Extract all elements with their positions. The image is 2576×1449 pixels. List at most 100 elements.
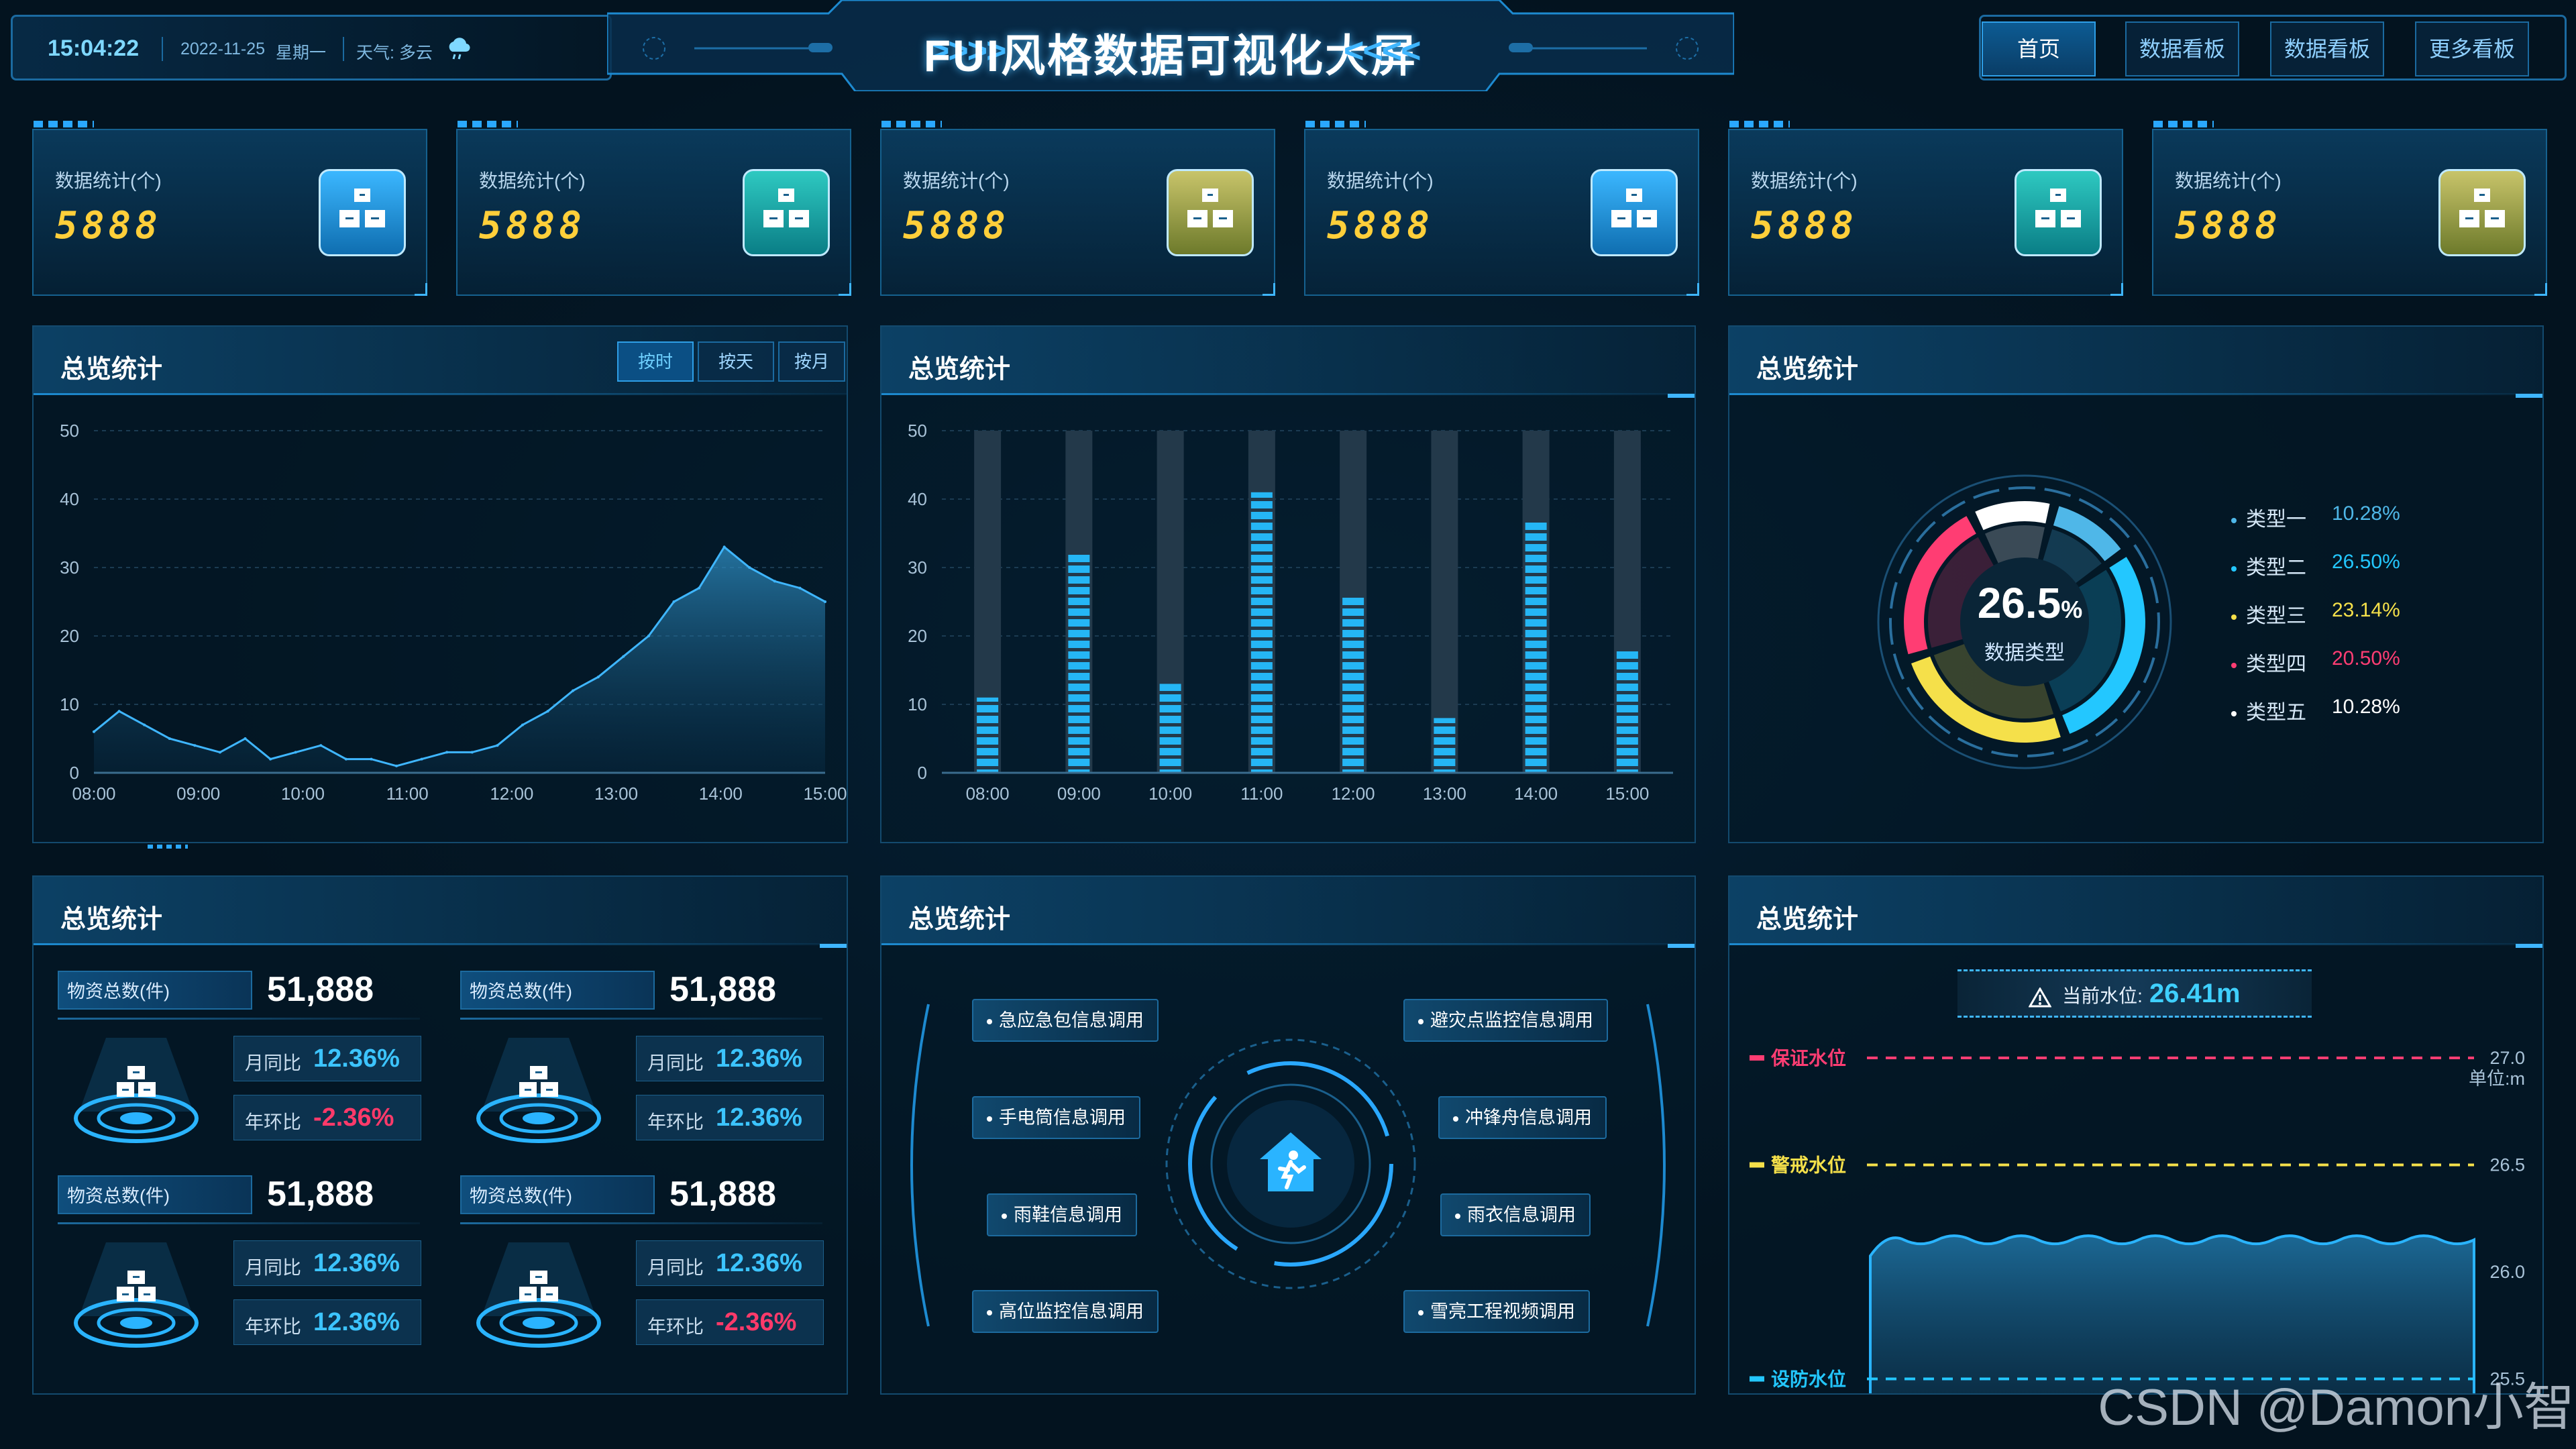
- boxes-icon: [743, 169, 830, 256]
- panel-header-tick: [2516, 394, 2542, 398]
- panel-header-line: [34, 943, 847, 945]
- y-tick-label: 10: [60, 694, 79, 714]
- stat-card: 数据统计(个) 5888: [1728, 121, 2123, 296]
- data-point: [269, 757, 272, 761]
- emergency-call-label: 雨衣信息调用: [1467, 1205, 1576, 1225]
- year-compare-label: 年环比: [245, 1316, 302, 1337]
- x-tick-label: 12:00: [1332, 784, 1375, 804]
- toggle-by-day[interactable]: 按天: [698, 341, 774, 382]
- threshold-marker: [1750, 1376, 1764, 1382]
- materials-total-value: 51,888: [267, 970, 374, 1009]
- data-point: [470, 751, 474, 754]
- month-compare: 月同比 12.36%: [233, 1036, 421, 1081]
- evacuation-house-icon[interactable]: [1257, 1128, 1324, 1199]
- card-tab-deco: [34, 121, 94, 127]
- bullet-dot: [987, 1116, 992, 1122]
- bar: [977, 697, 999, 773]
- x-tick-label: 08:00: [72, 784, 115, 804]
- data-point: [168, 737, 171, 740]
- stat-card-value: 5888: [55, 204, 162, 248]
- year-compare-value: -2.36%: [313, 1104, 394, 1132]
- stat-card-label: 数据统计(个): [1751, 170, 1858, 191]
- month-compare: 月同比 12.36%: [636, 1036, 824, 1081]
- stat-card-value: 5888: [1751, 204, 1858, 248]
- nav-home[interactable]: 首页: [1982, 21, 2096, 76]
- materials-total-label: 物资总数(件): [460, 971, 655, 1010]
- threshold-marker: [1750, 1162, 1764, 1168]
- card-corner-deco: [415, 283, 427, 296]
- month-compare: 月同比 12.36%: [636, 1240, 824, 1286]
- header: 15:04:22 2022-11-25 星期一 天气: 多云 >>>> FUI风…: [0, 0, 2576, 101]
- panel-title: 总览统计: [908, 906, 1011, 934]
- current-water-value: 26.41m: [2149, 979, 2241, 1008]
- area-fill: [94, 547, 825, 773]
- materials-underline: [460, 1018, 822, 1020]
- card-corner-deco: [839, 283, 851, 296]
- emergency-call-button[interactable]: 高位监控信息调用: [972, 1290, 1159, 1333]
- toggle-by-month[interactable]: 按月: [778, 341, 845, 382]
- legend-percent: 26.50%: [2332, 551, 2400, 573]
- area-chart: 0 10 20 30 40 50 08:00 09:00 10:00 11:00 12:00 13:0…: [60, 421, 847, 804]
- data-point: [344, 757, 347, 761]
- bullet-dot: [987, 1309, 992, 1316]
- y-tick-label: 20: [908, 626, 927, 646]
- stat-card-label: 数据统计(个): [1327, 170, 1434, 191]
- nav-more-dashboards[interactable]: 更多看板: [2415, 21, 2529, 76]
- legend-dot: [2231, 518, 2237, 524]
- card-tab-deco: [1305, 121, 1366, 127]
- donut-center-number: 26.5: [1978, 579, 2061, 627]
- emergency-call-button[interactable]: 雨衣信息调用: [1440, 1193, 1591, 1236]
- year-compare: 年环比 -2.36%: [233, 1095, 421, 1140]
- year-compare-label: 年环比: [245, 1112, 302, 1132]
- x-tick-label: 13:00: [594, 784, 638, 804]
- emergency-call-button[interactable]: 冲锋舟信息调用: [1438, 1096, 1607, 1139]
- materials-total-label: 物资总数(件): [58, 1175, 252, 1214]
- weather-value: 多云: [398, 44, 433, 62]
- panel-title: 总览统计: [1756, 906, 1859, 934]
- data-point: [420, 757, 423, 761]
- toggle-by-hour[interactable]: 按时: [617, 341, 694, 382]
- stat-card: 数据统计(个) 5888: [880, 121, 1275, 296]
- stat-card-value: 5888: [479, 204, 586, 248]
- legend-percent: 20.50%: [2332, 647, 2400, 669]
- month-compare-label: 月同比: [647, 1053, 704, 1073]
- panel-header-line: [1729, 393, 2542, 395]
- stat-card-value: 5888: [903, 204, 1010, 248]
- emergency-call-button[interactable]: 急应急包信息调用: [972, 999, 1159, 1042]
- data-point: [319, 744, 323, 747]
- stat-card-label: 数据统计(个): [2175, 170, 2282, 191]
- bullet-dot: [1418, 1309, 1424, 1316]
- y-tick-label: 10: [908, 694, 927, 714]
- nav-dashboard-1[interactable]: 数据看板: [2125, 21, 2239, 76]
- panel-header: 总览统计: [1729, 877, 2542, 948]
- materials-total-label: 物资总数(件): [58, 971, 252, 1010]
- month-compare-value: 12.36%: [716, 1044, 802, 1073]
- emergency-call-button[interactable]: 避灾点监控信息调用: [1403, 999, 1608, 1042]
- boxes-icon: [319, 169, 406, 256]
- emergency-call-label: 急应急包信息调用: [999, 1010, 1144, 1030]
- emergency-call-button[interactable]: 手电筒信息调用: [972, 1096, 1140, 1139]
- x-tick-label: 15:00: [803, 784, 847, 804]
- bar: [1616, 649, 1638, 773]
- water-level-panel: 总览统计 单位:m25.025.526.026.527.0保证水位警戒水位设防水…: [1728, 875, 2544, 1395]
- emergency-call-button[interactable]: 雨鞋信息调用: [987, 1193, 1137, 1236]
- panel-header-tick: [820, 944, 847, 948]
- materials-total-value: 51,888: [669, 970, 777, 1009]
- bullet-dot: [1453, 1116, 1458, 1122]
- year-compare: 年环比 12.36%: [636, 1095, 824, 1140]
- emergency-call-button[interactable]: 雪亮工程视频调用: [1403, 1290, 1590, 1333]
- nav-dashboard-2[interactable]: 数据看板: [2270, 21, 2384, 76]
- legend-item: 类型三 23.14%: [2231, 599, 2473, 627]
- cloud-rain-icon: [445, 36, 472, 66]
- title-bar: >>>> FUI风格数据可视化大屏 <<<<: [607, 0, 1734, 91]
- x-tick-label: 08:00: [966, 784, 1010, 804]
- card-corner-deco: [2534, 283, 2547, 296]
- threshold-label: 保证水位: [1771, 1047, 1846, 1069]
- panel-deco: [148, 845, 188, 849]
- current-water-level: 当前水位: 26.41m: [1957, 969, 2312, 1018]
- data-point: [496, 744, 499, 747]
- x-tick-label: 10:00: [1148, 784, 1192, 804]
- current-weekday: 星期一: [276, 44, 327, 62]
- donut-center-label: 数据类型: [1984, 642, 2065, 664]
- current-water-label: 当前水位:: [2062, 985, 2143, 1006]
